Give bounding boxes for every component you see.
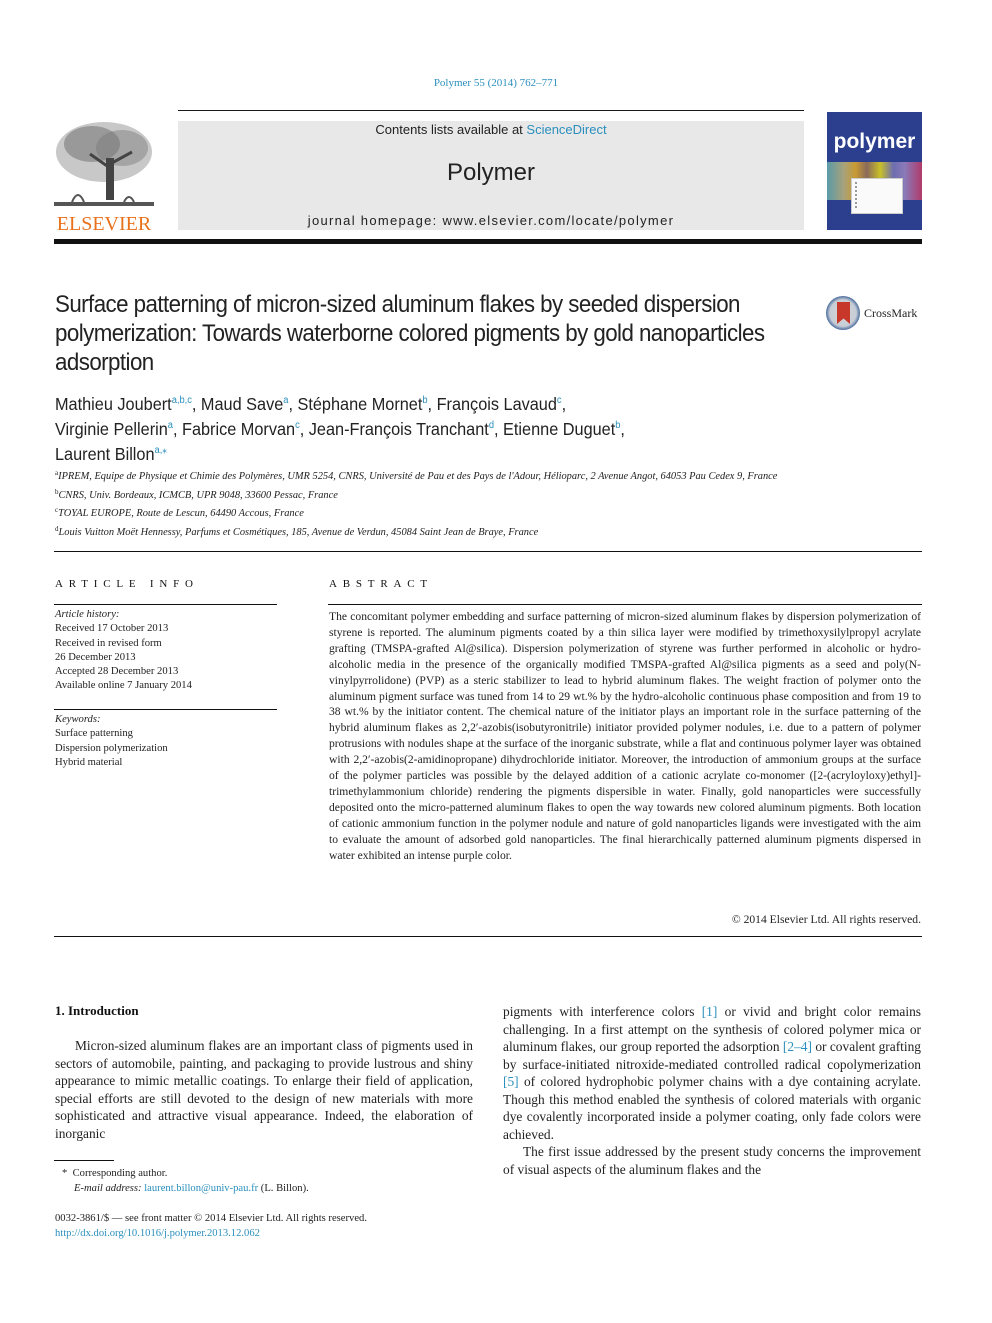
doi-link[interactable]: http://dx.doi.org/10.1016/j.polymer.2013… (55, 1228, 260, 1239)
abstract-text: The concomitant polymer embedding and su… (329, 610, 921, 862)
author-list: Mathieu Jouberta,b,c, Maud Savea, Stépha… (55, 394, 625, 464)
cover-chart-inset (851, 178, 903, 214)
email-line: E-mail address: laurent.billon@univ-pau.… (74, 1183, 309, 1194)
affiliation: bCNRS, Univ. Bordeaux, ICMCB, UPR 9048, … (55, 487, 338, 501)
history-item: 26 December 2013 (55, 651, 136, 663)
introduction-heading: 1. Introduction (55, 1003, 139, 1018)
corresponding-author-note: * Corresponding author. (62, 1168, 168, 1179)
citation-link[interactable]: [5] (503, 1074, 519, 1089)
journal-masthead: Contents lists available at ScienceDirec… (178, 121, 804, 230)
body-column-left: Micron-sized aluminum flakes are an impo… (55, 1037, 473, 1142)
author[interactable]: Maud Savea (201, 394, 289, 414)
article-info-rule (54, 604, 277, 605)
author[interactable]: Jean-François Tranchantd (309, 419, 494, 439)
keyword: Surface patterning (55, 728, 133, 740)
article-info-heading: ARTICLE INFO (55, 578, 199, 590)
email-link[interactable]: laurent.billon@univ-pau.fr (144, 1183, 258, 1194)
abstract-bottom-rule (54, 936, 922, 937)
tree-icon (54, 122, 154, 206)
crossmark-label: CrossMark (864, 306, 918, 320)
journal-reference[interactable]: Polymer 55 (2014) 762–771 (0, 77, 992, 89)
article-history: Article history: Received 17 October 201… (55, 608, 275, 694)
history-item: Received in revised form (55, 637, 162, 649)
author[interactable]: Virginie Pellerina (55, 419, 173, 439)
journal-homepage[interactable]: journal homepage: www.elsevier.com/locat… (178, 213, 804, 228)
history-item: Received 17 October 2013 (55, 623, 169, 635)
affiliation: dLouis Vuitton Moët Hennessy, Parfums et… (55, 524, 539, 538)
history-label: Article history: (55, 609, 120, 620)
history-item: Available online 7 January 2014 (55, 680, 192, 692)
contents-line: Contents lists available at ScienceDirec… (178, 122, 804, 137)
section-rule (54, 551, 922, 552)
abstract-rule (328, 604, 922, 605)
article-title: Surface patterning of micron-sized alumi… (55, 291, 765, 376)
affiliation: cTOYAL EUROPE, Route de Lescun, 64490 Ac… (55, 506, 304, 520)
header-rule (178, 110, 804, 111)
elsevier-logo[interactable]: ELSEVIER (52, 118, 156, 236)
affiliations: aIPREM, Equipe de Physique et Chimie des… (55, 466, 815, 540)
affiliation-link: a,b,c (171, 395, 192, 406)
footnote-rule (54, 1160, 114, 1161)
keywords: Keywords: Surface patterning Dispersion … (55, 713, 275, 770)
keyword: Dispersion polymerization (55, 742, 168, 754)
keywords-rule (54, 709, 277, 710)
author[interactable]: Stéphane Mornetb (297, 394, 427, 414)
history-item: Accepted 28 December 2013 (55, 666, 179, 678)
keywords-label: Keywords: (55, 714, 101, 725)
affiliation-link: a,⁎ (154, 445, 167, 456)
author[interactable]: Etienne Duguetb (503, 419, 620, 439)
body-column-right: pigments with interference colors [1] or… (503, 1003, 921, 1178)
cover-title: polymer (833, 130, 916, 153)
author[interactable]: Fabrice Morvanc (182, 419, 300, 439)
issn-line: 0032-3861/$ — see front matter © 2014 El… (55, 1213, 367, 1224)
keyword: Hybrid material (55, 756, 123, 768)
front-matter-info: 0032-3861/$ — see front matter © 2014 El… (55, 1212, 495, 1241)
elsevier-wordmark: ELSEVIER (56, 213, 152, 235)
abstract-heading: ABSTRACT (329, 578, 433, 590)
journal-name: Polymer (446, 159, 536, 186)
author[interactable]: Mathieu Jouberta,b,c (55, 394, 192, 414)
paragraph: Micron-sized aluminum flakes are an impo… (55, 1038, 473, 1141)
crossmark-button[interactable]: CrossMark (826, 296, 926, 334)
paragraph: The first issue addressed by the present… (503, 1144, 921, 1177)
journal-cover[interactable]: polymer (827, 112, 922, 230)
footnote: * Corresponding author. E-mail address: … (62, 1166, 482, 1196)
paragraph: pigments with interference colors [1] or… (503, 1004, 921, 1142)
abstract-copyright: © 2014 Elsevier Ltd. All rights reserved… (731, 913, 921, 926)
sciencedirect-link[interactable]: ScienceDirect (526, 122, 606, 137)
citation-link[interactable]: [1] (702, 1004, 718, 1019)
contents-prefix: Contents lists available at (375, 122, 527, 137)
affiliation: aIPREM, Equipe de Physique et Chimie des… (55, 469, 778, 482)
header-thick-rule (54, 239, 922, 244)
author[interactable]: Laurent Billona,⁎ (55, 444, 167, 464)
author[interactable]: François Lavaudc (437, 394, 562, 414)
citation-link[interactable]: [2–4] (783, 1039, 812, 1054)
